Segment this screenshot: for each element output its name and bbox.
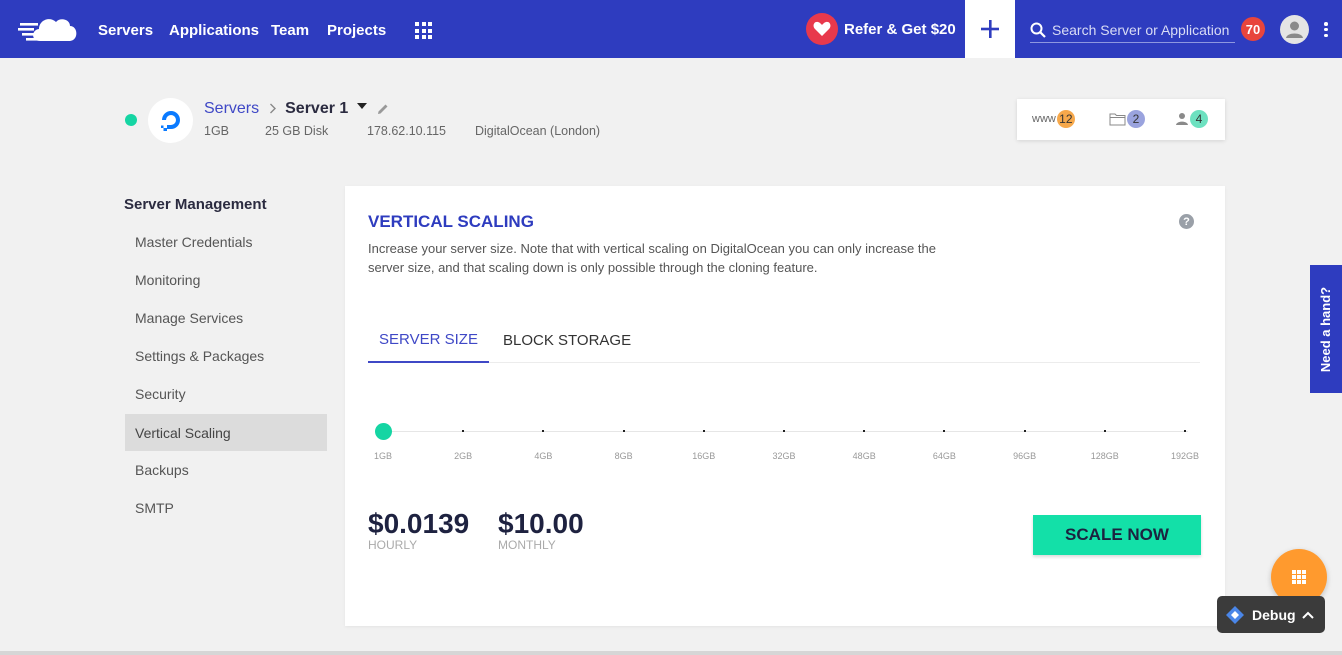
add-button[interactable] <box>965 0 1015 58</box>
hourly-price-value: $0.0139 <box>368 508 470 539</box>
pencil-icon[interactable] <box>377 103 389 115</box>
notification-badge[interactable]: 70 <box>1241 17 1265 41</box>
debug-diamond-icon <box>1226 605 1244 624</box>
slider-label: 64GB <box>932 451 956 461</box>
slider-tick[interactable] <box>462 430 465 432</box>
slider-label: 96GB <box>1013 451 1037 461</box>
need-a-hand-tab[interactable]: Need a hand? <box>1310 265 1342 393</box>
slider-label: 8GB <box>614 451 633 461</box>
need-a-hand-label: Need a hand? <box>1318 286 1334 372</box>
refer-button[interactable]: Refer & Get $20 <box>806 13 956 45</box>
hourly-price: $0.0139 HOURLY <box>368 508 470 553</box>
apps-count-badge: 12 <box>1056 110 1075 128</box>
page-title: VERTICAL SCALING <box>368 212 534 231</box>
slider-tick[interactable] <box>542 430 545 432</box>
users-count-badge: 4 <box>1190 110 1208 128</box>
slider-tick[interactable] <box>1103 430 1106 432</box>
user-avatar-icon <box>1286 21 1303 38</box>
slider-label: 16GB <box>692 451 716 461</box>
sidebar-item-monitoring[interactable]: Monitoring <box>125 261 327 298</box>
top-navbar: Servers Applications Team Projects Refer… <box>0 0 1342 58</box>
server-disk: 25 GB Disk <box>265 124 329 138</box>
slider-label: 2GB <box>454 451 473 461</box>
slider-label: 1GB <box>373 451 393 461</box>
refer-label: Refer & Get $20 <box>844 20 956 38</box>
server-size-slider[interactable]: 1GB 2GB 4GB 8GB 16GB 32GB 48GB 64GB 96GB 128GB 192… <box>373 416 1199 466</box>
more-menu-icon[interactable] <box>1323 22 1329 37</box>
heart-icon <box>806 13 838 45</box>
apps-grid-icon[interactable] <box>415 22 432 39</box>
slider-label: 4GB <box>534 451 553 461</box>
chevron-up-icon <box>1301 611 1314 619</box>
slider-tick[interactable] <box>702 430 705 432</box>
www-icon: www <box>1032 113 1056 125</box>
server-counters: www 12 2 4 <box>1017 99 1225 140</box>
slider-tick[interactable] <box>783 430 785 432</box>
sidebar-item-smtp[interactable]: SMTP <box>125 489 327 526</box>
page-description: Increase your server size. Note that wit… <box>368 241 936 275</box>
slider-label: 128GB <box>1090 451 1119 461</box>
cloudways-logo[interactable] <box>18 13 80 45</box>
debug-button[interactable]: Debug <box>1217 596 1325 633</box>
vertical-scaling-card: VERTICAL SCALING ? Increase your server … <box>345 186 1225 626</box>
sidebar-item-vertical-scaling[interactable]: Vertical Scaling <box>125 414 327 451</box>
search-icon <box>1030 22 1046 38</box>
server-provider: DigitalOcean (London) <box>475 124 601 138</box>
folders-count-badge: 2 <box>1127 110 1145 128</box>
slider-label: 192GB <box>1170 451 1200 461</box>
avatar[interactable] <box>1280 15 1309 44</box>
sidebar-item-settings-packages[interactable]: Settings & Packages <box>125 337 327 374</box>
sidebar-item-master-credentials[interactable]: Master Credentials <box>125 223 327 260</box>
slider-tick[interactable] <box>863 430 866 432</box>
server-ip: 178.62.10.115 <box>367 124 447 138</box>
grid-icon <box>1292 570 1306 584</box>
slider-track <box>383 431 1188 432</box>
chevron-right-icon <box>269 101 277 117</box>
sidebar-item-manage-services[interactable]: Manage Services <box>125 299 327 336</box>
sidebar-title: Server Management <box>124 196 267 213</box>
sidebar-item-security[interactable]: Security <box>125 375 327 412</box>
search-input[interactable] <box>1052 21 1232 38</box>
slider-tick[interactable] <box>1184 430 1186 432</box>
folders-counter[interactable]: 2 <box>1109 110 1145 128</box>
nav-projects[interactable]: Projects <box>327 22 386 39</box>
server-ram: 1GB <box>204 124 230 138</box>
monthly-price: $10.00 MONTHLY <box>498 508 584 553</box>
caret-down-icon[interactable] <box>357 103 368 109</box>
nav-applications[interactable]: Applications <box>169 22 259 39</box>
breadcrumb-servers[interactable]: Servers <box>204 100 259 118</box>
slider-label: 48GB <box>852 451 876 461</box>
scaling-tabs: SERVER SIZE BLOCK STORAGE <box>368 318 1200 363</box>
apps-counter[interactable]: www 12 <box>1032 110 1075 128</box>
search-box <box>1030 17 1235 43</box>
tab-block-storage[interactable]: BLOCK STORAGE <box>503 318 631 363</box>
sidebar-item-backups[interactable]: Backups <box>125 451 327 488</box>
digitalocean-logo <box>148 98 193 143</box>
monthly-price-label: MONTHLY <box>498 538 556 552</box>
user-icon <box>1176 113 1188 125</box>
help-icon[interactable]: ? <box>1179 214 1194 229</box>
slider-tick[interactable] <box>1023 430 1026 432</box>
slider-tick[interactable] <box>622 430 625 432</box>
slider-tick[interactable] <box>943 430 946 432</box>
folder-icon <box>1109 113 1126 126</box>
slider-label: 32GB <box>772 451 796 461</box>
scale-now-button[interactable]: SCALE NOW <box>1033 515 1201 555</box>
slider-thumb[interactable] <box>374 423 392 440</box>
monthly-price-value: $10.00 <box>498 508 584 539</box>
bottom-divider <box>0 651 1342 655</box>
debug-label: Debug <box>1252 606 1296 623</box>
tab-server-size[interactable]: SERVER SIZE <box>368 318 489 363</box>
plus-icon <box>981 20 999 38</box>
server-status-dot <box>125 114 137 126</box>
breadcrumb: Servers Server 1 <box>204 100 389 118</box>
breadcrumb-current-server: Server 1 <box>285 100 349 117</box>
users-counter[interactable]: 4 <box>1175 110 1208 128</box>
nav-team[interactable]: Team <box>271 22 309 39</box>
nav-servers[interactable]: Servers <box>98 22 153 39</box>
hourly-price-label: HOURLY <box>368 538 418 552</box>
